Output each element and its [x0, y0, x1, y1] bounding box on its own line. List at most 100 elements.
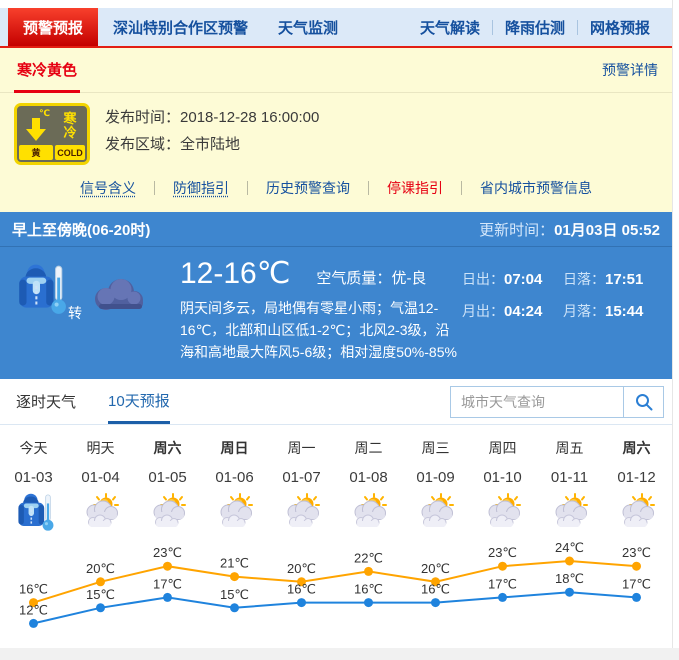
warning-detail-link[interactable]: 预警详情 — [602, 48, 658, 92]
link-signal-meaning[interactable]: 信号含义 — [62, 178, 154, 198]
svg-text:23℃: 23℃ — [153, 545, 182, 560]
svg-text:17℃: 17℃ — [622, 576, 651, 591]
warning-panel: 寒冷黄色 预警详情 ℃ 寒冷 黄 COLD 发布时间：2018-12-28 16… — [0, 48, 672, 212]
update-time: 更新时间：01月03日 05:52 — [479, 219, 660, 240]
nav-tab-warning-forecast[interactable]: 预警预报 — [8, 8, 98, 46]
alert-level-badge: 黄 — [19, 145, 53, 160]
svg-text:16℃: 16℃ — [287, 582, 316, 597]
weather-page: 预警预报 深汕特别合作区预警 天气监测 天气解读 降雨估测 网格预报 寒冷黄色 … — [0, 0, 673, 648]
tab-hourly-weather[interactable]: 逐时天气 — [16, 379, 76, 424]
partly-cloudy-icon — [79, 493, 123, 536]
warning-links-row: 信号含义 防御指引 历史预警查询 停课指引 省内城市预警信息 — [0, 169, 672, 212]
tab-ten-day-forecast[interactable]: 10天预报 — [108, 379, 170, 424]
sun-moon-times: 日出：07:04 日落：17:51 月出：04:24 月落：15:44 — [462, 257, 660, 363]
current-weather-panel: 早上至傍晚(06-20时) 更新时间：01月03日 05:52 转 12-16℃… — [0, 212, 672, 379]
forecast-date-label: 01-10 — [483, 469, 521, 486]
forecast-day-label: 周六 — [154, 438, 182, 458]
partly-cloudy-icon — [213, 493, 257, 536]
sunset-time: 日落：17:51 — [563, 269, 660, 289]
forecast-period-label: 早上至傍晚(06-20时) — [12, 219, 150, 240]
partly-cloudy-icon — [615, 493, 659, 536]
svg-text:15℃: 15℃ — [220, 587, 249, 602]
svg-text:20℃: 20℃ — [421, 561, 450, 576]
svg-text:21℃: 21℃ — [220, 556, 249, 571]
warning-body: ℃ 寒冷 黄 COLD 发布时间：2018-12-28 16:00:00 发布区… — [0, 93, 672, 169]
forecast-date-label: 01-08 — [349, 469, 387, 486]
current-weather-icons: 转 — [12, 257, 180, 363]
link-defense-guide[interactable]: 防御指引 — [155, 178, 247, 198]
top-navigation: 预警预报 深汕特别合作区预警 天气监测 天气解读 降雨估测 网格预报 — [0, 8, 672, 48]
warning-type-tab[interactable]: 寒冷黄色 — [14, 48, 80, 93]
nav-tab-shenshan-warning[interactable]: 深汕特别合作区预警 — [98, 8, 263, 46]
temperature-range: 12-16℃ — [180, 257, 290, 291]
partly-cloudy-icon — [146, 493, 190, 536]
partly-cloudy-icon — [548, 493, 592, 536]
publish-area-row: 发布区域：全市陆地 — [105, 131, 319, 158]
svg-text:16℃: 16℃ — [19, 582, 48, 597]
forecast-day-label: 周四 — [489, 438, 517, 458]
svg-text:20℃: 20℃ — [86, 561, 115, 576]
cold-alert-name: 寒冷 — [55, 108, 85, 143]
link-history-warning-query[interactable]: 历史预警查询 — [248, 178, 368, 198]
temp-row: 12-16℃ 空气质量：优-良 — [180, 257, 462, 291]
forecast-date-label: 01-09 — [416, 469, 454, 486]
forecast-day-label: 今天 — [20, 438, 48, 458]
search-icon — [634, 392, 654, 412]
svg-text:24℃: 24℃ — [555, 540, 584, 555]
forecast-tabs-row: 逐时天气 10天预报 — [0, 379, 672, 425]
search-input[interactable] — [451, 387, 623, 417]
forecast-date-label: 01-03 — [14, 469, 52, 486]
svg-text:23℃: 23℃ — [622, 545, 651, 560]
forecast-day-label: 周二 — [355, 438, 383, 458]
publish-time-value: 2018-12-28 16:00:00 — [180, 109, 319, 126]
svg-text:16℃: 16℃ — [354, 582, 383, 597]
nav-link-rain-estimate[interactable]: 降雨估测 — [493, 17, 577, 38]
moonrise-time: 月出：04:24 — [462, 301, 559, 321]
nav-link-weather-interpretation[interactable]: 天气解读 — [408, 17, 492, 38]
alert-level-en-badge: COLD — [55, 145, 85, 160]
svg-text:16℃: 16℃ — [421, 582, 450, 597]
cold-alert-icon: ℃ 寒冷 黄 COLD — [14, 103, 90, 165]
svg-text:17℃: 17℃ — [488, 576, 517, 591]
cold-alert-arrow-cell: ℃ — [19, 108, 53, 143]
svg-text:23℃: 23℃ — [488, 545, 517, 560]
forecast-day-label: 明天 — [87, 438, 115, 458]
forecast-date-label: 01-12 — [617, 469, 655, 486]
svg-text:22℃: 22℃ — [354, 550, 383, 565]
forecast-date-label: 01-05 — [148, 469, 186, 486]
weather-description: 阴天间多云，局地偶有零星小雨；气温12-16℃，北部和山区低1-2℃；北风2-3… — [180, 297, 462, 363]
link-class-suspension-guide[interactable]: 停课指引 — [369, 178, 461, 198]
warning-info: 发布时间：2018-12-28 16:00:00 发布区域：全市陆地 — [105, 103, 319, 165]
publish-area-value: 全市陆地 — [180, 136, 240, 153]
top-navigation-links: 天气解读 降雨估测 网格预报 — [408, 8, 672, 46]
current-weather-main: 12-16℃ 空气质量：优-良 阴天间多云，局地偶有零星小雨；气温12-16℃，… — [180, 257, 462, 363]
search-button[interactable] — [623, 387, 663, 417]
current-weather-header: 早上至傍晚(06-20时) 更新时间：01月03日 05:52 — [0, 212, 672, 247]
sunrise-time: 日出：07:04 — [462, 269, 559, 289]
nav-link-grid-forecast[interactable]: 网格预报 — [578, 17, 662, 38]
forecast-day-label: 周一 — [288, 438, 316, 458]
forecast-date-label: 01-04 — [81, 469, 119, 486]
forecast-date-label: 01-06 — [215, 469, 253, 486]
partly-cloudy-icon — [280, 493, 324, 536]
cold-outfit-icon — [12, 261, 68, 322]
nav-tab-weather-monitor[interactable]: 天气监测 — [263, 8, 353, 46]
current-weather-body: 转 12-16℃ 空气质量：优-良 阴天间多云，局地偶有零星小雨；气温12-16… — [0, 247, 672, 379]
link-province-city-warnings[interactable]: 省内城市预警信息 — [462, 178, 610, 198]
page-bottom-bar — [0, 648, 679, 660]
temperature-chart-wrap: 16℃20℃23℃21℃20℃22℃20℃23℃24℃23℃12℃15℃17℃1… — [0, 539, 672, 648]
overcast-icon — [86, 275, 150, 322]
publish-time-row: 发布时间：2018-12-28 16:00:00 — [105, 104, 319, 131]
warning-header: 寒冷黄色 预警详情 — [0, 48, 672, 93]
forecast-day-label: 周日 — [221, 438, 249, 458]
partly-cloudy-icon — [347, 493, 391, 536]
temperature-chart: 16℃20℃23℃21℃20℃22℃20℃23℃24℃23℃12℃15℃17℃1… — [0, 539, 670, 643]
svg-text:17℃: 17℃ — [153, 576, 182, 591]
transition-label: 转 — [68, 303, 82, 323]
down-arrow-icon — [26, 118, 46, 142]
cold-outfit-icon — [13, 491, 55, 538]
partly-cloudy-icon — [481, 493, 525, 536]
partly-cloudy-icon — [414, 493, 458, 536]
forecast-day-label: 周三 — [422, 438, 450, 458]
celsius-symbol: ℃ — [39, 108, 53, 118]
